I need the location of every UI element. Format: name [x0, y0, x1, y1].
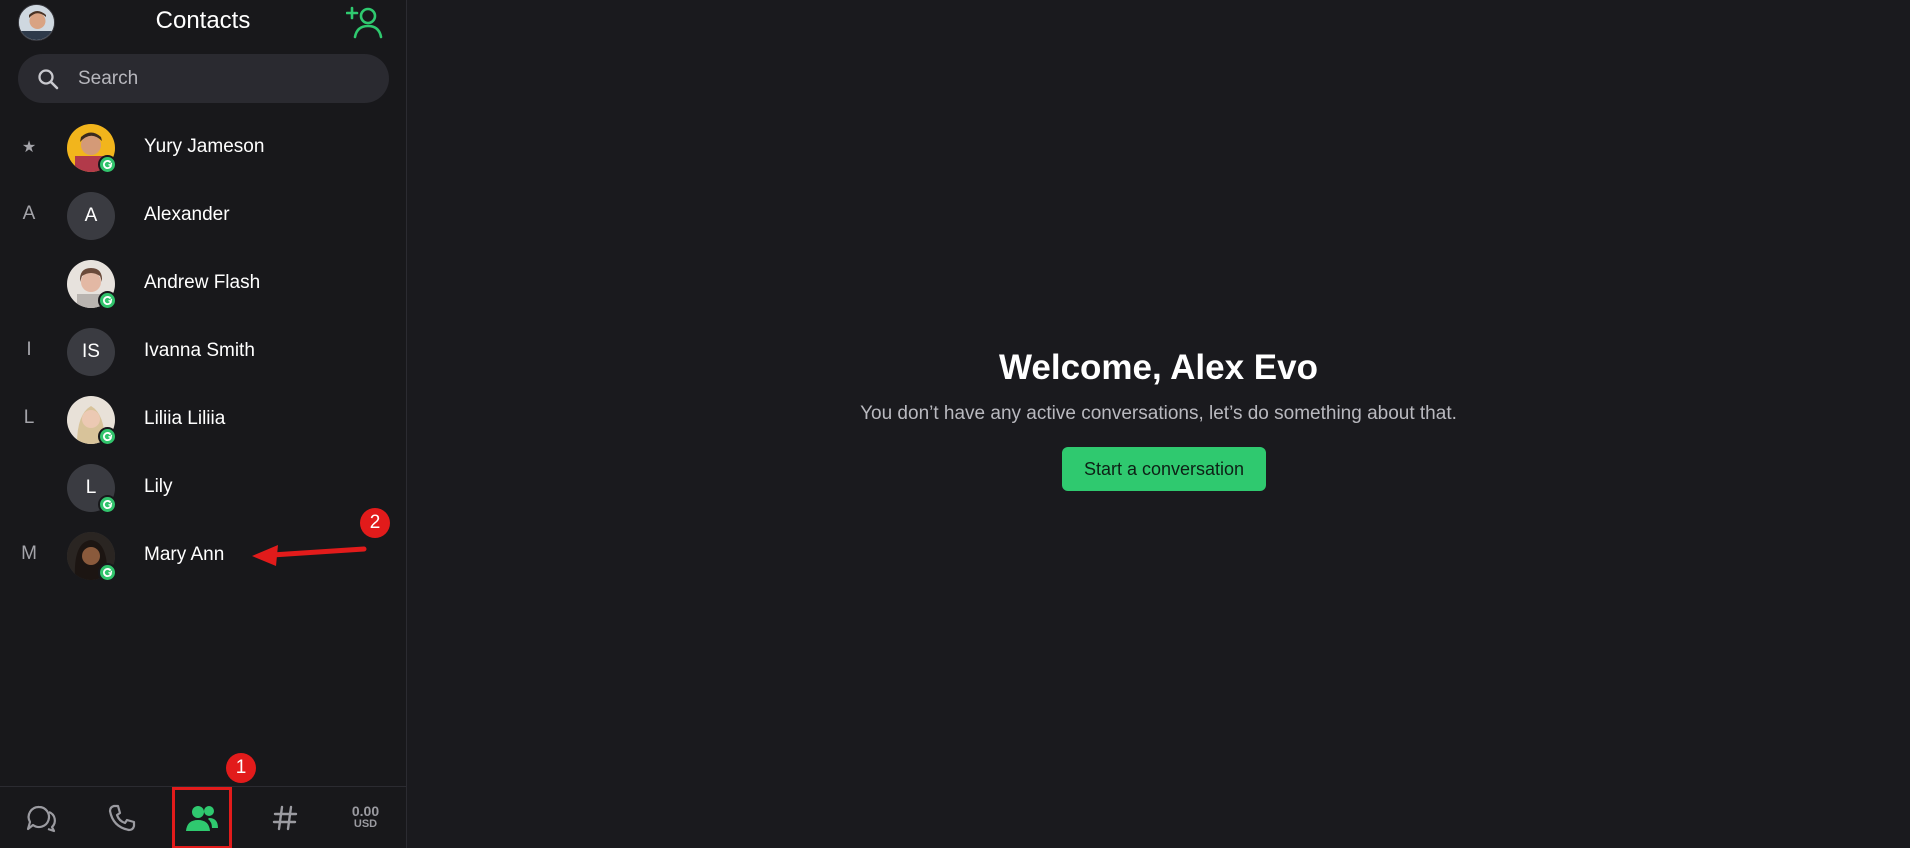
- add-contact-button[interactable]: [345, 4, 386, 40]
- contact-name: Ivanna Smith: [144, 340, 255, 361]
- add-person-icon: [345, 6, 383, 39]
- contact-name: Yury Jameson: [144, 136, 265, 157]
- contact-row-alexander[interactable]: A A Alexander: [0, 181, 406, 249]
- avatar-initials: IS: [67, 328, 115, 376]
- group-favorites-label: ★: [21, 139, 37, 156]
- chats-icon: [26, 805, 56, 833]
- phone-icon: [108, 804, 135, 832]
- search-input[interactable]: [78, 54, 368, 103]
- contacts-sidebar: Contacts ★: [0, 0, 407, 848]
- online-status-badge: [98, 427, 117, 446]
- sidebar-header: Contacts: [0, 0, 406, 44]
- group-letter-label: M: [21, 543, 37, 564]
- nav-contacts[interactable]: [172, 787, 232, 848]
- welcome-subtitle: You don’t have any active conversations,…: [860, 403, 1457, 424]
- nav-channels[interactable]: [244, 787, 325, 848]
- main-panel: Welcome, Alex Evo You don’t have any act…: [407, 0, 1910, 848]
- group-letter-label: I: [26, 339, 32, 360]
- annotation-step-2: 2: [360, 508, 390, 538]
- search-bar: [18, 54, 389, 103]
- contact-name: Mary Ann: [144, 544, 225, 565]
- annotation-step-1: 1: [226, 753, 256, 783]
- contact-row-yury-jameson[interactable]: ★ Yury Jameson: [0, 113, 406, 181]
- group-letter-label: A: [22, 203, 36, 224]
- contact-name: Lily: [144, 476, 173, 497]
- balance-amount: 0.00: [351, 803, 380, 819]
- nav-chats[interactable]: [0, 787, 81, 848]
- search-icon: [38, 69, 59, 90]
- contact-list: ★ Yury Jameson A A Alexander Andrew Flas…: [0, 113, 406, 589]
- contact-row-lily[interactable]: L Lily: [0, 453, 406, 521]
- contact-name: Liliia Liliia: [144, 408, 226, 429]
- contact-row-andrew-flash[interactable]: Andrew Flash: [0, 249, 406, 317]
- contact-name: Andrew Flash: [144, 272, 261, 293]
- avatar-initials: A: [67, 192, 115, 240]
- group-letter-label: L: [23, 407, 35, 428]
- contact-row-liliia-liliia[interactable]: L Liliia Liliia: [0, 385, 406, 453]
- hashtag-icon: [272, 805, 297, 831]
- contact-row-ivanna-smith[interactable]: I IS Ivanna Smith: [0, 317, 406, 385]
- balance-display: 0.00 USD: [351, 803, 380, 831]
- contact-name: Alexander: [144, 204, 230, 225]
- online-status-badge: [98, 563, 117, 582]
- my-profile-avatar[interactable]: [18, 4, 55, 41]
- bottom-navigation: 0.00 USD: [0, 786, 406, 848]
- balance-currency: USD: [353, 818, 378, 830]
- contacts-icon: [186, 806, 218, 831]
- online-status-badge: [98, 495, 117, 514]
- annotation-arrow-icon: [252, 545, 367, 566]
- nav-balance[interactable]: 0.00 USD: [325, 787, 406, 848]
- online-status-badge: [98, 155, 117, 174]
- welcome-heading: Welcome, Alex Evo: [998, 348, 1319, 387]
- app-window: Contacts ★: [0, 0, 1910, 848]
- online-status-badge: [98, 291, 117, 310]
- nav-calls[interactable]: [81, 787, 162, 848]
- start-conversation-button[interactable]: Start a conversation: [1062, 447, 1266, 491]
